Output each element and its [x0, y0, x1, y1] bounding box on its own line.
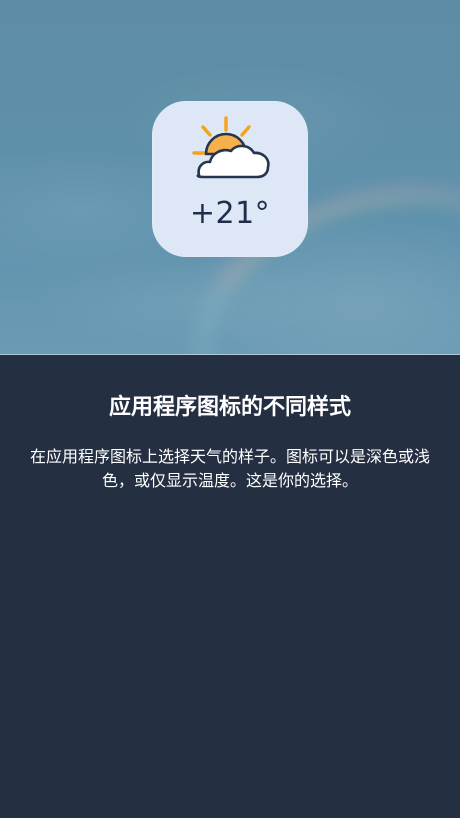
page-description: 在应用程序图标上选择天气的样子。图标可以是深色或浅色，或仅显示温度。这是你的选择…	[29, 447, 430, 490]
page-title: 应用程序图标的不同样式	[108, 395, 351, 420]
hero-sky-background: +21°	[0, 0, 460, 355]
weather-app-icon-preview: +21°	[152, 101, 308, 257]
description-panel: 应用程序图标的不同样式 在应用程序图标上选择天气的样子。图标可以是深色或浅色，或…	[0, 355, 460, 818]
temperature-label: +21°	[189, 196, 271, 231]
app-icon-style-screen: +21° 应用程序图标的不同样式 在应用程序图标上选择天气的样子。图标可以是深色…	[0, 0, 460, 818]
partly-cloudy-sun-icon	[192, 116, 270, 179]
